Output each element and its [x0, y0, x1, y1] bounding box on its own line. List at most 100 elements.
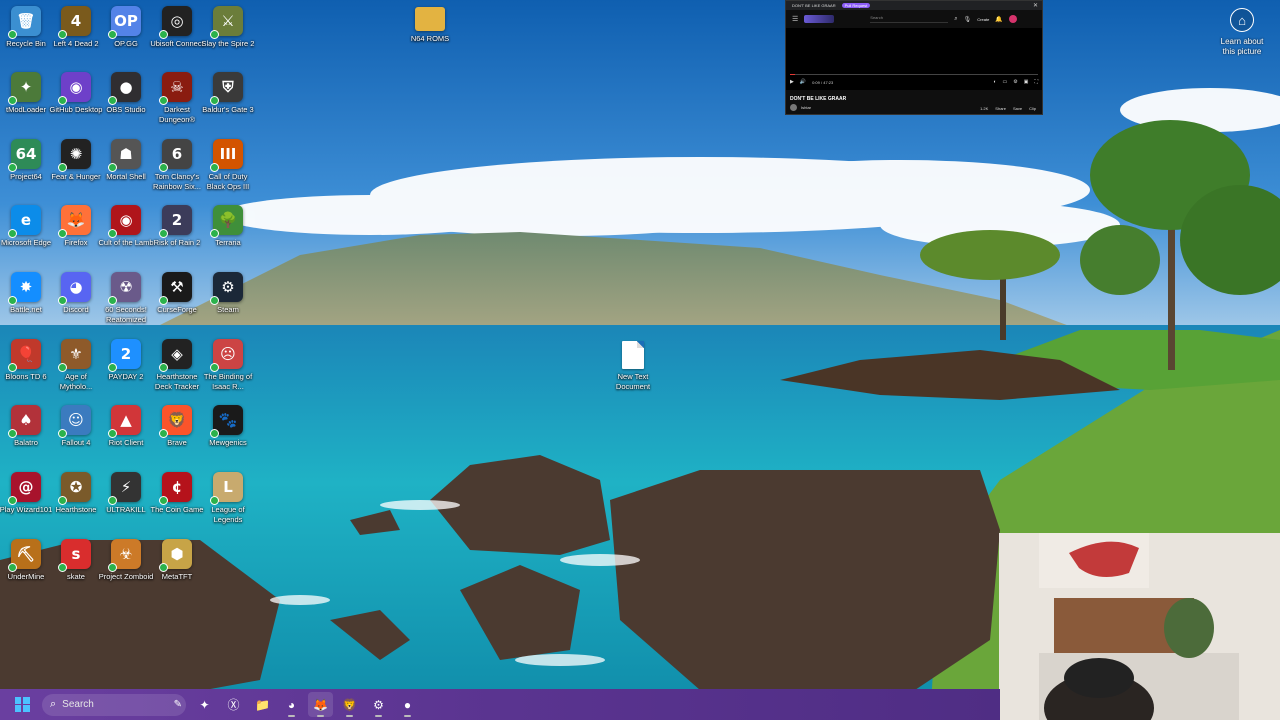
- desktop-icon[interactable]: 🐾 Mewgenics: [202, 405, 254, 448]
- settings-gear-icon[interactable]: ⚙: [1013, 79, 1017, 85]
- desktop-icon[interactable]: 4 Left 4 Dead 2: [50, 6, 102, 49]
- desktop-icon[interactable]: ◉ GitHub Desktop: [50, 72, 102, 115]
- desktop-icon[interactable]: ☣ Project Zomboid: [99, 539, 153, 582]
- mic-icon[interactable]: 🎙: [964, 16, 972, 23]
- bell-icon[interactable]: 🔔: [995, 16, 1002, 23]
- desktop-icon[interactable]: ♠ Balatro: [0, 405, 52, 448]
- fullscreen-icon[interactable]: ⛶: [1034, 79, 1038, 85]
- brave-taskbar-icon[interactable]: 🦁: [337, 692, 362, 717]
- autoplay-icon[interactable]: ◐: [994, 79, 997, 85]
- desktop-icon[interactable]: 🦊 Firefox: [50, 205, 102, 248]
- desktop-icon[interactable]: ✪ Hearthstone: [50, 472, 102, 515]
- discord-taskbar-icon[interactable]: ◕: [279, 692, 304, 717]
- desktop-icon[interactable]: 2 Risk of Rain 2: [151, 205, 203, 248]
- desktop-icon[interactable]: ¢ The Coin Game: [151, 472, 203, 515]
- desktop-icon[interactable]: ◕ Discord: [50, 272, 102, 315]
- desktop-icon-label: Play Wizard101: [0, 505, 53, 514]
- running-indicator: [317, 715, 324, 717]
- tab-badge[interactable]: Pull Request: [841, 3, 871, 8]
- desktop-icon[interactable]: ✦ tModLoader: [0, 72, 52, 115]
- steam-taskbar-icon[interactable]: ⚙: [366, 692, 391, 717]
- desktop-icon[interactable]: ⛏ UnderMine: [0, 539, 52, 582]
- play-icon[interactable]: ▶: [790, 79, 794, 85]
- desktop-icon[interactable]: ▲ Riot Client: [100, 405, 152, 448]
- learn-about-picture[interactable]: ⌂ Learn about this picture: [1214, 8, 1270, 57]
- desktop-icon[interactable]: ☢ 60 Seconds! Reatomized: [100, 272, 152, 324]
- discord-icon: ◕: [58, 272, 91, 305]
- desktop-icon[interactable]: ◎ Ubisoft Connect: [150, 6, 204, 49]
- avatar[interactable]: [1008, 15, 1017, 23]
- desktop-icon[interactable]: ⛨ Baldur's Gate 3: [202, 72, 254, 115]
- firefox-taskbar-icon[interactable]: 🦊: [308, 692, 333, 717]
- like-button[interactable]: 1.2K: [980, 106, 988, 111]
- desktop-icon[interactable]: 🗑 Recycle Bin: [0, 6, 52, 49]
- desktop-icon[interactable]: ⚒ CurseForge: [151, 272, 203, 315]
- share-button[interactable]: Share: [995, 106, 1006, 111]
- desktop-icon[interactable]: 6 Tom Clancy's Rainbow Six...: [151, 139, 203, 191]
- brave-icon: 🦁: [159, 405, 192, 438]
- desktop-icon-label: tModLoader: [5, 105, 47, 114]
- obs-taskbar-icon[interactable]: ●: [395, 692, 420, 717]
- sync-status-icon: [108, 30, 117, 39]
- video-progress-bar[interactable]: [790, 74, 1038, 75]
- file-copilot-icon[interactable]: ✦: [192, 692, 217, 717]
- desktop-icon[interactable]: 🦁 Brave: [151, 405, 203, 448]
- desktop-icon[interactable]: ⚡ ULTRAKILL: [100, 472, 152, 515]
- desktop-icon[interactable]: ⚔ Slay the Spire 2: [202, 6, 254, 49]
- desktop-icon[interactable]: 🎈 Bloons TD 6: [0, 339, 52, 382]
- miniplayer-icon[interactable]: ▣: [1024, 79, 1029, 85]
- desktop-icon[interactable]: e Microsoft Edge: [0, 205, 52, 248]
- desktop-icon[interactable]: ◈ Hearthstone Deck Tracker: [151, 339, 203, 391]
- desktop-icon[interactable]: OP OP.GG: [100, 6, 152, 49]
- desktop-icon-label: Risk of Rain 2: [153, 238, 201, 247]
- search-icon[interactable]: ⌕: [954, 16, 957, 23]
- taskbar: ⌕ Search ✎ ✦ Ⓧ 📁 ◕ 🦊 🦁 ⚙ ●: [0, 689, 1000, 720]
- channel-name[interactable]: Ishtar: [801, 105, 811, 110]
- windows-logo-icon: [14, 697, 30, 712]
- desktop-icon[interactable]: 2 PAYDAY 2: [100, 339, 152, 382]
- youtube-search-input[interactable]: Search: [870, 15, 949, 23]
- desktop-icon[interactable]: ☺ Fallout 4: [50, 405, 102, 448]
- volume-icon[interactable]: 🔊: [800, 79, 806, 85]
- desktop-icon[interactable]: ◉ Cult of the Lamb: [98, 205, 154, 248]
- desktop-icon[interactable]: III Call of Duty Black Ops III: [202, 139, 254, 191]
- desktop-icon[interactable]: ✺ Fear & Hunger: [50, 139, 102, 182]
- browser-tab[interactable]: DON'T BE LIKE GRAAR: [792, 3, 836, 8]
- desktop-icon[interactable]: ☗ Mortal Shell: [100, 139, 152, 182]
- save-button[interactable]: Save: [1013, 106, 1022, 111]
- desktop-icon-label: CurseForge: [157, 305, 197, 314]
- desktop-icon-label: MetaTFT: [161, 572, 193, 581]
- desktop-icon[interactable]: ● OBS Studio: [100, 72, 152, 115]
- hamburger-menu-icon[interactable]: ☰: [792, 15, 798, 23]
- channel-row: Ishtar: [790, 104, 811, 111]
- desktop-icon[interactable]: ✸ Battle.net: [0, 272, 52, 315]
- desktop-icon[interactable]: s skate: [50, 539, 102, 582]
- steam-icon: ⚙: [210, 272, 243, 305]
- sync-status-icon: [210, 163, 219, 172]
- start-button[interactable]: [7, 690, 37, 720]
- desktop-icon[interactable]: ☹ The Binding of Isaac R...: [202, 339, 254, 391]
- n64-roms-folder[interactable]: N64 ROMS: [404, 7, 456, 44]
- channel-avatar[interactable]: [790, 104, 797, 111]
- xbox-icon[interactable]: Ⓧ: [221, 692, 246, 717]
- youtube-logo[interactable]: [804, 15, 835, 23]
- desktop-icon[interactable]: L League of Legends: [202, 472, 254, 524]
- new-text-document[interactable]: New Text Document: [606, 341, 660, 391]
- desktop-icon[interactable]: 64 Project64: [0, 139, 52, 182]
- desktop-icon[interactable]: @ Play Wizard101: [0, 472, 52, 515]
- youtube-browser-window[interactable]: DON'T BE LIKE GRAAR Pull Request ✕ ☰ Sea…: [785, 0, 1043, 115]
- desktop-icon[interactable]: ⚜ Age of Mytholo...: [50, 339, 102, 391]
- captions-icon[interactable]: ▭: [1003, 79, 1008, 85]
- desktop-icon[interactable]: ⬢ MetaTFT: [151, 539, 203, 582]
- file-explorer-icon[interactable]: 📁: [250, 692, 275, 717]
- desktop-icon[interactable]: ☠ Darkest Dungeon®: [151, 72, 203, 124]
- sync-status-icon: [8, 429, 17, 438]
- clip-button[interactable]: Clip: [1029, 106, 1036, 111]
- desktop-icon[interactable]: ⚙ Steam: [202, 272, 254, 315]
- create-button[interactable]: Create: [977, 17, 989, 22]
- window-close-icon[interactable]: ✕: [1033, 2, 1038, 9]
- desktop-icon[interactable]: 🌳 Terraria: [202, 205, 254, 248]
- sync-status-icon: [8, 296, 17, 305]
- taskbar-search[interactable]: ⌕ Search ✎: [42, 693, 186, 716]
- desktop-icon-label: Riot Client: [108, 438, 144, 447]
